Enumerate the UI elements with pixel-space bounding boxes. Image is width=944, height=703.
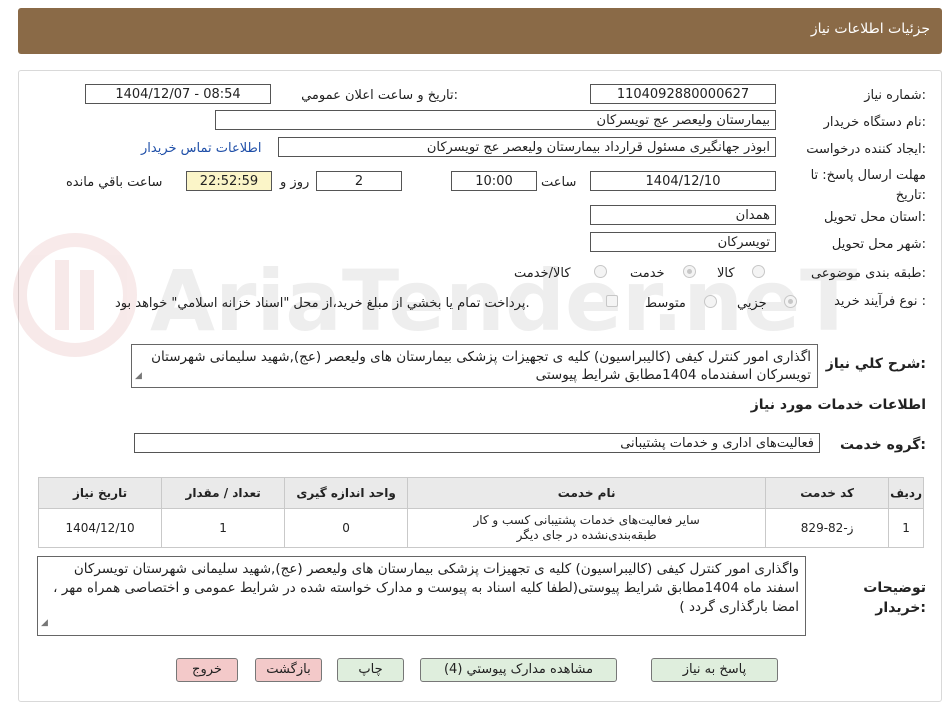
- resize-handle-icon[interactable]: ◢: [41, 614, 48, 633]
- category-option-service: خدمت: [630, 266, 665, 281]
- deadline-days-label: روز و: [280, 175, 310, 190]
- city-field: تویسرکان: [590, 232, 776, 252]
- page-header: جزئیات اطلاعات نیاز: [18, 8, 942, 54]
- purchase-type-label: نوع فرآيند خريد :: [834, 294, 926, 309]
- cell-qty: 1: [161, 508, 286, 548]
- category-option-goods: كالا: [717, 266, 735, 281]
- buyer-org-label: نام دستگاه خريدار:: [823, 115, 926, 130]
- purchase-radio-minor[interactable]: [784, 295, 797, 308]
- deadline-days-field: 2: [316, 171, 402, 191]
- table-row: 1 ز-82-829 سایر فعالیت‌های خدمات پشتیبان…: [37, 508, 924, 548]
- col-header-name: نام خدمت: [407, 477, 767, 509]
- cell-index: 1: [888, 508, 924, 548]
- services-table: رديف كد خدمت نام خدمت واحد اندازه گيری ت…: [37, 477, 924, 548]
- cell-unit: 0: [284, 508, 409, 548]
- remaining-time-label: ساعت باقي مانده: [66, 175, 163, 190]
- category-radio-goods[interactable]: [752, 265, 765, 278]
- announce-datetime-label: تاریخ و ساعت اعلان عمومي:: [301, 88, 458, 103]
- province-field: همدان: [590, 205, 776, 225]
- purchase-option-minor: جزيي: [737, 296, 767, 311]
- requester-field: ابوذر جهانگیری مسئول قرارداد بیمارستان و…: [278, 137, 776, 157]
- need-number-label: شماره نیاز:: [864, 88, 926, 103]
- cell-name: سایر فعالیت‌های خدمات پشتیبانی کسب و کار…: [407, 508, 767, 548]
- col-header-qty: تعداد / مقدار: [161, 477, 286, 509]
- col-header-date: تاريخ نياز: [37, 477, 163, 509]
- category-radio-service[interactable]: [683, 265, 696, 278]
- deadline-date-field: 1404/12/10: [590, 171, 776, 191]
- purchase-radio-medium[interactable]: [704, 295, 717, 308]
- purchase-option-medium: متوسط: [645, 296, 686, 311]
- summary-text: اگذاری امور کنترل کیفی (کالیبراسیون) کلی…: [151, 349, 811, 383]
- buyer-notes-label: توضيحات خريدار:: [863, 580, 926, 616]
- city-label: شهر محل تحويل:: [831, 237, 926, 252]
- province-label: استان محل تحويل:: [824, 210, 926, 225]
- back-button[interactable]: بازگشت: [255, 658, 322, 682]
- cell-date: 1404/12/10: [37, 508, 163, 548]
- resize-handle-icon[interactable]: ◢: [135, 367, 142, 385]
- reply-button[interactable]: پاسخ به نياز: [651, 658, 778, 682]
- service-group-field: فعالیت‌های اداری و خدمات پشتیبانی: [134, 433, 820, 453]
- view-attachments-button[interactable]: مشاهده مدارک پيوستي (4): [420, 658, 617, 682]
- col-header-code: كد خدمت: [765, 477, 890, 509]
- deadline-time-label: ساعت: [541, 175, 577, 190]
- category-option-goods-service: كالا/خدمت: [514, 266, 571, 281]
- buyer-org-field: بیمارستان ولیعصر عج تویسرکان: [215, 110, 776, 130]
- buyer-notes-textarea: واگذاری امور کنترل کیفی (کالیبراسیون) کل…: [37, 556, 806, 636]
- services-section-title: اطلاعات خدمات مورد نياز: [750, 397, 926, 413]
- deadline-label: مهلت ارسال پاسخ: تا تاريخ:: [810, 168, 926, 203]
- summary-label: شرح کلي نياز:: [825, 356, 926, 372]
- col-header-index: رديف: [888, 477, 924, 509]
- page-title: جزئیات اطلاعات نیاز: [810, 21, 930, 37]
- service-group-label: گروه خدمت:: [840, 437, 926, 453]
- need-number-field: 1104092880000627: [590, 84, 776, 104]
- category-label: طبقه بندی موضوعی:: [810, 266, 926, 281]
- buyer-notes-text: واگذاری امور کنترل کیفی (کالیبراسیون) کل…: [53, 561, 799, 615]
- treasury-payment-note: پرداخت تمام يا بخشي از مبلغ خريد،از محل …: [115, 296, 530, 311]
- category-radio-goods-service[interactable]: [594, 265, 607, 278]
- buyer-contact-link[interactable]: اطلاعات تماس خريدار: [141, 141, 261, 156]
- summary-textarea: اگذاری امور کنترل کیفی (کالیبراسیون) کلی…: [131, 344, 818, 388]
- table-header-row: رديف كد خدمت نام خدمت واحد اندازه گيری ت…: [37, 477, 924, 509]
- col-header-unit: واحد اندازه گيری: [284, 477, 409, 509]
- print-button[interactable]: چاپ: [337, 658, 404, 682]
- cell-code: ز-82-829: [765, 508, 890, 548]
- exit-button[interactable]: خروج: [176, 658, 238, 682]
- announce-datetime-field: 1404/12/07 - 08:54: [85, 84, 271, 104]
- deadline-time-field: 10:00: [451, 171, 537, 191]
- requester-label: ايجاد كننده درخواست:: [806, 142, 926, 157]
- remaining-time-field: 22:52:59: [186, 171, 272, 191]
- treasury-payment-checkbox[interactable]: [606, 295, 618, 307]
